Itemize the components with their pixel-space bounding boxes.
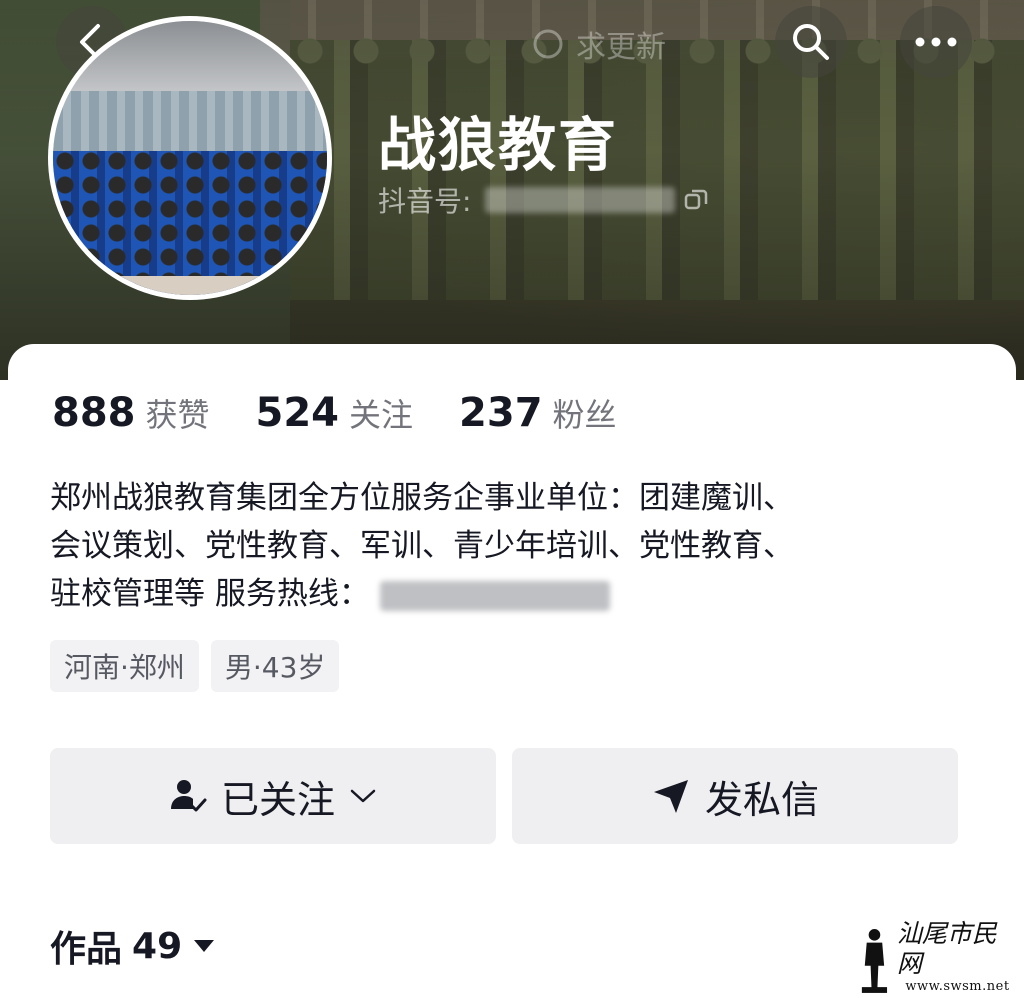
update-hint-label: 求更新 <box>576 30 666 65</box>
send-message-button[interactable]: 发私信 <box>512 748 958 844</box>
douyin-id-row[interactable]: 抖音号: <box>378 180 709 220</box>
refresh-icon <box>533 29 563 59</box>
bio-line-3-text: 驻校管理等 服务热线： <box>50 576 370 612</box>
send-message-label: 发私信 <box>704 777 819 822</box>
stat-following-label: 关注 <box>349 396 414 434</box>
site-watermark: 汕尾市民网 www.swsm.net <box>858 919 1018 994</box>
followed-button-label: 已关注 <box>220 777 335 822</box>
works-tab-count: 49 <box>132 925 183 967</box>
more-button[interactable] <box>900 6 972 78</box>
more-dots-icon <box>915 37 957 47</box>
watermark-text: 汕尾市民网 www.swsm.net <box>897 919 1018 994</box>
silhouette-logo-icon <box>861 929 888 993</box>
stat-likes[interactable]: 888 获赞 <box>52 390 210 436</box>
profile-tags: 河南·郑州 男·43岁 <box>50 640 340 692</box>
profile-nickname: 战狼教育 <box>378 111 619 179</box>
stat-followers-label: 粉丝 <box>552 396 617 434</box>
bio-line-1: 郑州战狼教育集团全方位服务企事业单位：团建魔训、 <box>50 480 794 516</box>
stat-following[interactable]: 524 关注 <box>256 390 414 436</box>
tag-gender-age: 男·43岁 <box>210 640 340 692</box>
avatar[interactable] <box>48 16 332 300</box>
profile-bio: 郑州战狼教育集团全方位服务企事业单位：团建魔训、 会议策划、党性教育、军训、青少… <box>50 474 970 618</box>
tag-location: 河南·郑州 <box>50 640 199 692</box>
chevron-down-icon <box>350 789 376 803</box>
bio-line-2: 会议策划、党性教育、军训、青少年培训、党性教育、 <box>50 528 794 564</box>
followed-button[interactable]: 已关注 <box>50 748 496 844</box>
douyin-id-value-blurred <box>485 187 676 213</box>
bio-line-3: 驻校管理等 服务热线： <box>50 570 970 618</box>
works-tab-label: 作品 <box>50 929 123 970</box>
profile-card: 888 获赞 524 关注 237 粉丝 郑州战狼教育集团全方位服务企事业单位：… <box>8 344 1016 998</box>
stat-followers[interactable]: 237 粉丝 <box>459 390 617 436</box>
stat-followers-value: 237 <box>459 390 543 436</box>
works-tab[interactable]: 作品 49 <box>50 920 216 972</box>
douyin-id-label: 抖音号: <box>378 185 472 218</box>
stats-row: 888 获赞 524 关注 237 粉丝 <box>52 390 663 436</box>
stat-likes-label: 获赞 <box>145 396 210 434</box>
update-request-hint[interactable]: 求更新 <box>528 22 666 66</box>
send-icon <box>653 780 688 813</box>
stat-following-value: 524 <box>255 390 340 436</box>
stat-likes-value: 888 <box>52 390 136 436</box>
watermark-url: www.swsm.net <box>905 979 1010 994</box>
watermark-name: 汕尾市民网 <box>896 919 997 978</box>
profile-banner: 求更新 战狼教育 抖音号: <box>0 0 1024 380</box>
action-buttons: 已关注 发私信 <box>50 748 958 844</box>
search-button[interactable] <box>775 6 847 78</box>
search-icon <box>793 24 829 60</box>
copy-icon[interactable] <box>683 187 709 213</box>
user-check-icon <box>170 780 207 812</box>
caret-down-icon <box>194 940 215 952</box>
hotline-number-blurred <box>379 580 610 611</box>
